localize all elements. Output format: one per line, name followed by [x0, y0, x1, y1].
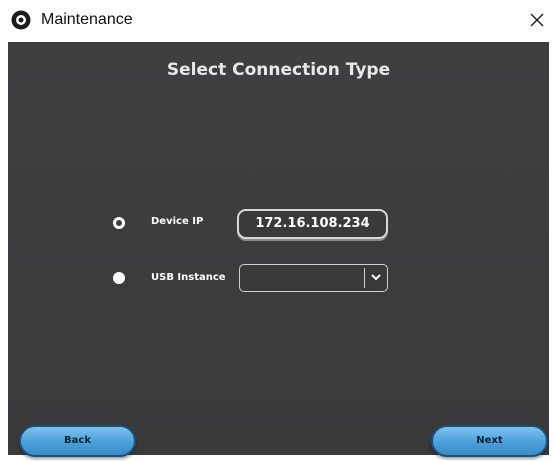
- usb-instance-radio[interactable]: [113, 272, 125, 284]
- chevron-down-icon[interactable]: [370, 272, 382, 282]
- close-icon[interactable]: [525, 8, 549, 32]
- usb-instance-label: USB Instance: [151, 272, 226, 283]
- title-bar: Maintenance: [0, 0, 555, 42]
- next-button[interactable]: Next: [431, 425, 548, 457]
- device-ip-radio[interactable]: [113, 217, 125, 229]
- back-button[interactable]: Back: [19, 425, 136, 457]
- device-ip-label: Device IP: [151, 216, 204, 227]
- app-logo-icon: [11, 10, 31, 30]
- select-divider: [364, 268, 365, 288]
- window-title: Maintenance: [41, 11, 133, 28]
- page-heading: Select Connection Type: [166, 60, 391, 80]
- maintenance-window: Maintenance Select Connection Type Devic…: [0, 0, 555, 461]
- device-ip-field[interactable]: 172.16.108.234: [237, 209, 388, 239]
- main-panel: Select Connection Type Device IP 172.16.…: [8, 42, 549, 457]
- usb-instance-select[interactable]: [239, 264, 388, 292]
